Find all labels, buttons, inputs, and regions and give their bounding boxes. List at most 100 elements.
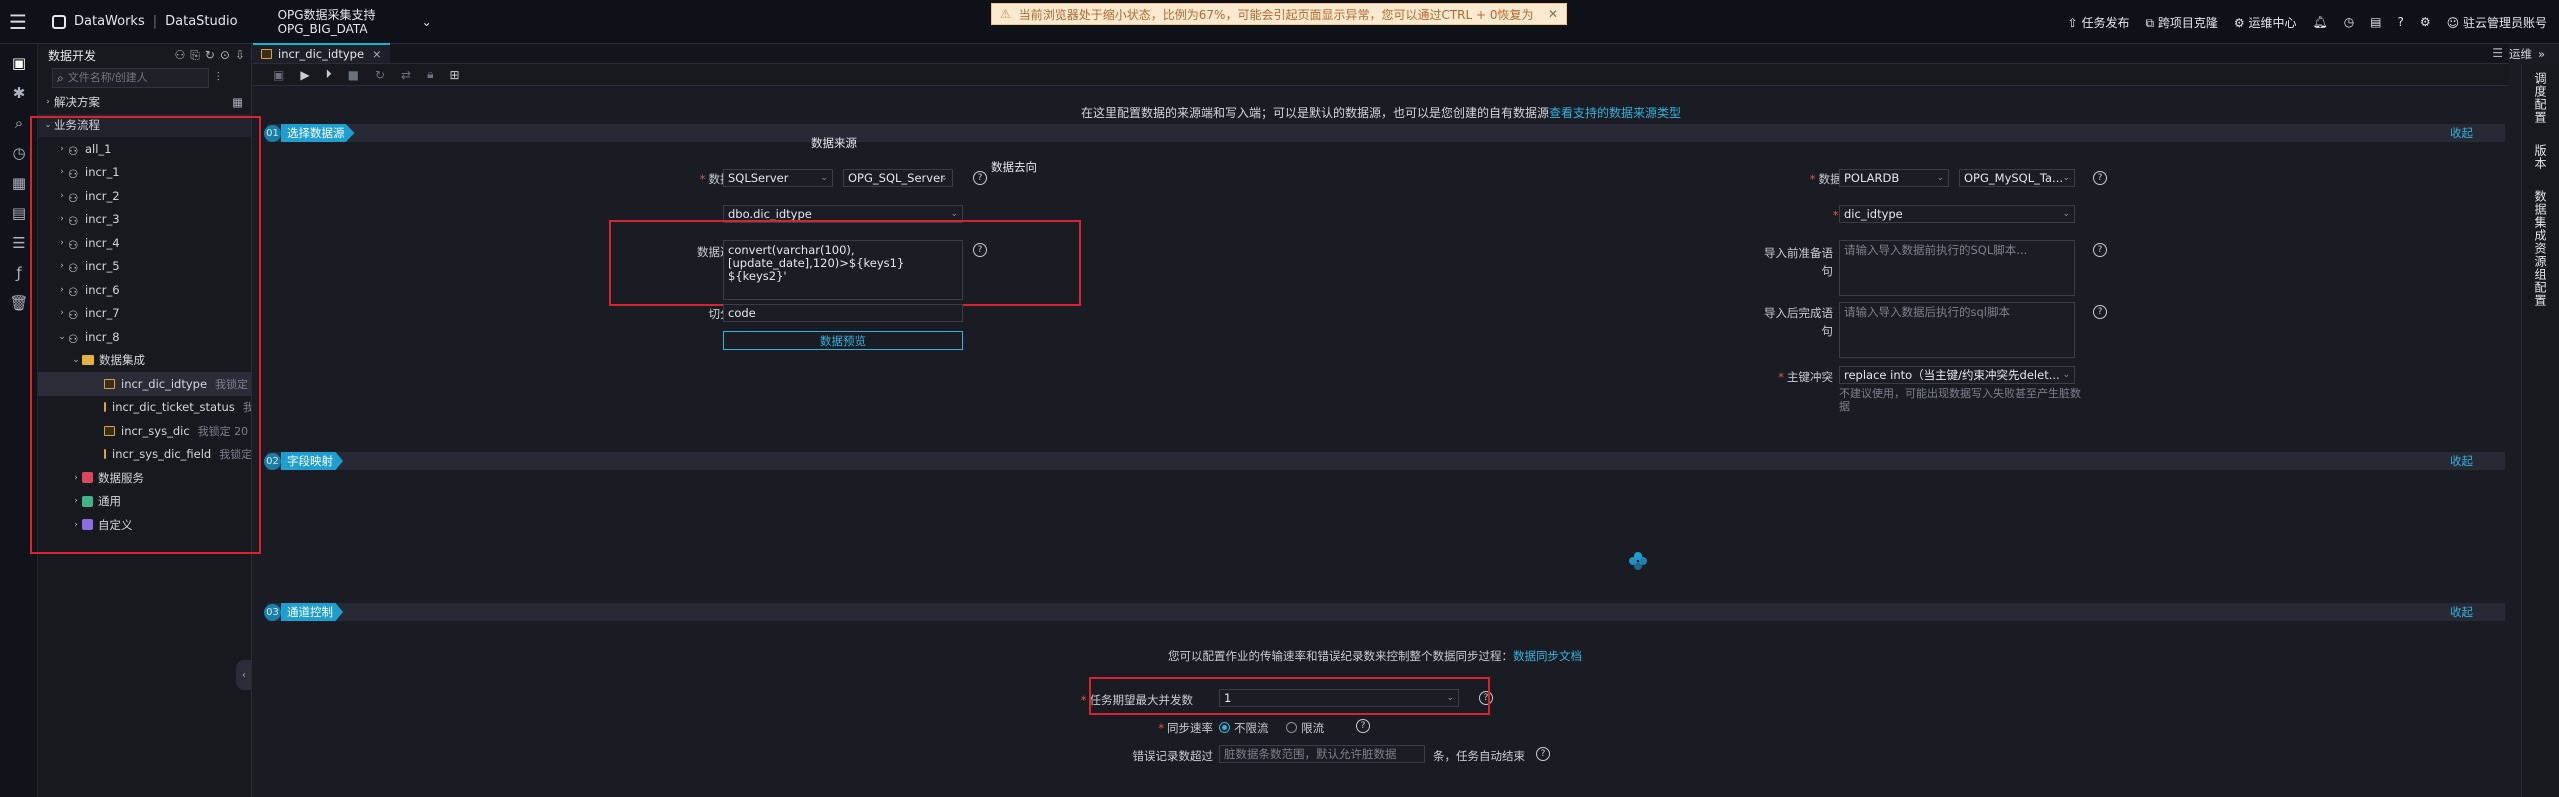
tree-integration[interactable]: ⌄ 数据集成 bbox=[38, 349, 251, 373]
target-table-select[interactable]: dic_idtype ⌄ bbox=[1839, 205, 2075, 223]
refresh-icon[interactable]: ↻ bbox=[205, 48, 215, 63]
collapse-link[interactable]: 收起 bbox=[2450, 604, 2473, 620]
schedule-config-tab[interactable]: 调度配置 bbox=[2532, 72, 2549, 124]
source-ds-name-select[interactable]: OPG_SQL_Server ⌄ bbox=[843, 169, 953, 187]
grid-icon[interactable]: ▦ bbox=[232, 95, 243, 109]
pre-sql-textarea[interactable]: 请输入导入数据前执行的SQL脚本... bbox=[1839, 240, 2075, 296]
more-menu-icon[interactable]: ☰ bbox=[2492, 46, 2503, 60]
data-preview-button[interactable]: 数据预览 bbox=[723, 331, 963, 350]
tree-flow[interactable]: › ⚇ incr_6 bbox=[38, 278, 251, 302]
ops-center-link[interactable]: ⚙ 运维中心 bbox=[2234, 14, 2297, 31]
target-ds-name-select[interactable]: OPG_MySQL_Ta... ⌄ bbox=[1959, 169, 2075, 187]
trash-icon[interactable]: 🗑︎ bbox=[0, 288, 38, 318]
function-icon[interactable]: ƒ bbox=[0, 258, 38, 288]
tree-solutions[interactable]: › 解决方案 ▦ bbox=[38, 90, 251, 114]
required-mark: * bbox=[1778, 370, 1784, 384]
tree-data-service[interactable]: › 数据服务 bbox=[38, 466, 251, 490]
help-icon[interactable]: ? bbox=[973, 171, 987, 185]
locate-icon[interactable]: ⊙ bbox=[220, 48, 230, 63]
close-icon[interactable]: × bbox=[372, 47, 382, 61]
ops-link[interactable]: 运维 » bbox=[2509, 44, 2559, 64]
help-icon[interactable]: ? bbox=[2093, 243, 2107, 257]
toolbox-icon[interactable]: ▦ bbox=[0, 168, 38, 198]
tree-flow[interactable]: › ⚇ incr_2 bbox=[38, 184, 251, 208]
collapse-link[interactable]: 收起 bbox=[2450, 453, 2473, 469]
tree-flow[interactable]: › ⚇ incr_7 bbox=[38, 302, 251, 326]
doc-icon[interactable]: ▤ bbox=[2370, 15, 2381, 29]
tree-custom[interactable]: › 自定义 bbox=[38, 513, 251, 537]
component-icon[interactable]: ✱ bbox=[0, 78, 38, 108]
run-params-icon[interactable]: ⏵ bbox=[326, 67, 332, 82]
stop-icon[interactable]: ■ bbox=[348, 68, 359, 82]
tree-node[interactable]: incr_dic_ticket_status 我 bbox=[38, 396, 251, 420]
tree-node[interactable]: incr_sys_dic_field 我锁定 bbox=[38, 443, 251, 467]
user-menu[interactable]: ☺ 驻云管理员账号 bbox=[2447, 14, 2547, 31]
filter-icon[interactable]: ⫶ bbox=[217, 70, 220, 85]
radio-limit[interactable]: 限流 bbox=[1286, 721, 1324, 735]
help-icon[interactable]: ? bbox=[1536, 747, 1550, 761]
tree-flow[interactable]: › ⚇ all_1 bbox=[38, 137, 251, 161]
version-tab[interactable]: 版本 bbox=[2532, 144, 2549, 170]
run-icon[interactable]: ▶ bbox=[300, 68, 309, 82]
user-filter-icon[interactable]: ⚇ bbox=[174, 48, 185, 63]
help-icon[interactable]: ? bbox=[973, 243, 987, 257]
settings-icon[interactable]: ⚙ bbox=[2420, 15, 2431, 29]
script-mode-icon[interactable]: ⊞ bbox=[449, 68, 459, 82]
help-icon[interactable]: ? bbox=[2398, 15, 2404, 29]
error-limit-input[interactable]: 脏数据条数范围，默认允许脏数据 bbox=[1219, 745, 1425, 763]
search-icon: ⌕ bbox=[57, 70, 64, 85]
conflict-select[interactable]: replace into（当主键/约束冲突先delet... ⌄ bbox=[1839, 366, 2075, 384]
tree-node[interactable]: incr_dic_idtype 我锁定 bbox=[38, 372, 251, 396]
tree-flow[interactable]: › ⚇ incr_1 bbox=[38, 161, 251, 185]
help-icon[interactable]: ? bbox=[1356, 719, 1370, 733]
help-icon[interactable]: ? bbox=[1479, 691, 1493, 705]
publish-link[interactable]: ⇧ 任务发布 bbox=[2068, 14, 2130, 31]
chevron-down-icon[interactable]: ⌄ bbox=[422, 15, 432, 29]
post-sql-textarea[interactable]: 请输入导入数据后执行的sql脚本 bbox=[1839, 302, 2075, 358]
help-icon[interactable]: ? bbox=[2093, 305, 2107, 319]
target-ds-type-select[interactable]: POLARDB ⌄ bbox=[1839, 169, 1949, 187]
chevron-right-icon: › bbox=[60, 167, 64, 178]
brand[interactable]: DataWorks | DataStudio bbox=[52, 14, 238, 29]
list-icon[interactable]: ☰ bbox=[0, 228, 38, 258]
save-icon[interactable]: ▣ bbox=[273, 68, 284, 82]
collapse-link[interactable]: 收起 bbox=[2450, 125, 2473, 141]
project-selector[interactable]: OPG数据采集支持 OPG_BIG_DATA bbox=[278, 8, 376, 36]
source-ds-type-select[interactable]: SQLServer ⌄ bbox=[723, 169, 833, 187]
supported-types-link[interactable]: 查看支持的数据来源类型 bbox=[1549, 106, 1681, 120]
menu-icon[interactable]: ☰ bbox=[0, 10, 36, 34]
help-icon[interactable]: ? bbox=[2093, 171, 2107, 185]
tree-flow[interactable]: › ⚇ incr_4 bbox=[38, 231, 251, 255]
lock-icon[interactable]: 🔒︎ bbox=[427, 67, 433, 82]
import-icon[interactable]: ⇩ bbox=[235, 48, 245, 63]
reload-icon[interactable]: ↻ bbox=[375, 68, 385, 82]
concurrency-select[interactable]: 1 ⌄ bbox=[1219, 689, 1459, 707]
close-icon[interactable]: ✕ bbox=[1548, 7, 1558, 21]
tree-flow[interactable]: › ⚇ incr_3 bbox=[38, 208, 251, 232]
source-table-select[interactable]: dbo.dic_idtype ⌄ bbox=[723, 205, 963, 223]
radio-no-limit[interactable]: 不限流 bbox=[1219, 721, 1269, 735]
format-icon[interactable]: ⇄ bbox=[401, 68, 411, 82]
tree-business-flow[interactable]: ⌄ 业务流程 bbox=[38, 113, 251, 137]
search-input[interactable] bbox=[67, 72, 208, 84]
data-dev-icon[interactable]: ▣ bbox=[0, 48, 38, 78]
tab-incr-dic-idtype[interactable]: incr_dic_idtype × bbox=[253, 43, 390, 63]
conflict-label-text: 主键冲突 bbox=[1787, 370, 1833, 384]
sidebar-collapse-handle[interactable]: ‹ bbox=[236, 660, 252, 690]
source-filter-textarea[interactable]: convert(varchar(100), [update_date],120)… bbox=[723, 240, 963, 300]
resource-group-tab[interactable]: 数据集成资源组配置 bbox=[2532, 190, 2549, 307]
search-icon[interactable]: ⌕ bbox=[0, 108, 38, 138]
section-number: 03 bbox=[264, 603, 281, 621]
tree-general[interactable]: › 通用 bbox=[38, 490, 251, 514]
clone-link[interactable]: ⧉ 跨项目克隆 bbox=[2145, 14, 2217, 31]
tree-flow[interactable]: ⌄ ⚇ incr_8 bbox=[38, 325, 251, 349]
bell-icon[interactable]: 🔔︎ bbox=[2312, 15, 2327, 29]
new-file-icon[interactable]: ⎘ bbox=[190, 48, 200, 63]
recent-icon[interactable]: ◷ bbox=[0, 138, 38, 168]
table-icon[interactable]: ▤ bbox=[0, 198, 38, 228]
tree-node[interactable]: incr_sys_dic 我锁定 20 bbox=[38, 419, 251, 443]
split-key-input[interactable]: code bbox=[723, 304, 963, 322]
sync-doc-link[interactable]: 数据同步文档 bbox=[1513, 649, 1582, 663]
history-icon[interactable]: ◷ bbox=[2344, 15, 2354, 29]
tree-flow[interactable]: › ⚇ incr_5 bbox=[38, 255, 251, 279]
